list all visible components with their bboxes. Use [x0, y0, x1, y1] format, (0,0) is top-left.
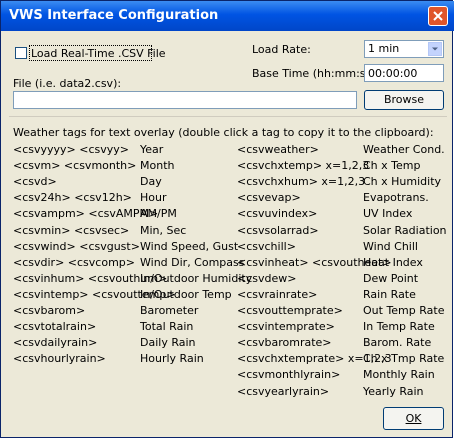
weather-tag-description: Total Rain: [140, 320, 194, 334]
weather-tag-description: Barometer: [140, 304, 199, 317]
weather-tag[interactable]: <csvdailyrain>: [13, 336, 97, 349]
weather-tag-description: Out Temp Rate: [363, 304, 445, 317]
weather-tag[interactable]: <csvhourlyrain>: [13, 352, 106, 365]
weather-tag[interactable]: <csvchxhum> x=1,2,3: [237, 175, 365, 188]
load-realtime-checkbox[interactable]: [15, 47, 27, 59]
weather-tag[interactable]: <csvbarom>: [13, 304, 85, 317]
weather-tag-description: In/Outdoor Temp: [140, 287, 232, 301]
load-rate-select[interactable]: 1 min: [364, 40, 444, 58]
weather-tag-description: Day: [140, 175, 162, 189]
weather-tag-description: Wind Dir, Compass: [140, 255, 245, 269]
weather-tag-description: Wind Speed, Gust: [140, 239, 239, 253]
weather-tag[interactable]: <csvyyyy> <csvyy>: [13, 143, 129, 156]
weather-tag[interactable]: <csvmonthlyrain>: [237, 368, 340, 381]
weather-tag[interactable]: <csvouttemprate>: [237, 304, 343, 317]
weather-tag[interactable]: <csvyearlyrain>: [237, 385, 329, 398]
weather-tag[interactable]: <csvchill>: [237, 240, 296, 253]
title-bar[interactable]: VWS Interface Configuration: [1, 1, 454, 31]
weather-tag-description: Daily Rain: [140, 336, 196, 350]
weather-tag[interactable]: <csvuvindex>: [237, 207, 317, 220]
dropdown-arrow[interactable]: [428, 42, 442, 56]
weather-tag[interactable]: <csvdew>: [237, 272, 296, 285]
weather-tag-description: In/Outdoor Humidity: [140, 271, 253, 285]
separator: [9, 116, 447, 117]
weather-tag-description: Ch x Temp: [363, 159, 421, 173]
weather-tag-description: Solar Radiation: [363, 223, 447, 237]
weather-tag-description: In Temp Rate: [363, 320, 435, 334]
weather-tag[interactable]: <csvwind> <csvgust>: [13, 240, 140, 253]
weather-tag[interactable]: <csvintemprate>: [237, 320, 335, 333]
weather-tag-description: AM/PM: [140, 207, 177, 221]
weather-tag-description: UV Index: [363, 207, 413, 221]
weather-tag-description: Weather Cond.: [363, 143, 445, 156]
weather-tag[interactable]: <csvsolarrad>: [237, 224, 319, 237]
instructions-text: Weather tags for text overlay (double cl…: [13, 126, 434, 139]
dialog-window: VWS Interface Configuration Load Real-Ti…: [0, 0, 454, 438]
load-realtime-label[interactable]: Load Real-Time .CSV File: [31, 47, 166, 60]
weather-tag-description: Wind Chill: [363, 239, 418, 253]
weather-tag-description: Year: [140, 143, 164, 156]
load-rate-value: 1 min: [368, 42, 400, 55]
ok-button[interactable]: OK: [383, 407, 444, 430]
weather-tag-description: Evapotrans.: [363, 191, 429, 205]
close-button[interactable]: [428, 6, 448, 26]
weather-tag[interactable]: <csvevap>: [237, 191, 301, 204]
weather-tag-description: Hourly Rain: [140, 352, 204, 366]
weather-tag-description: Yearly Rain: [363, 384, 424, 398]
weather-tag[interactable]: <csvbaromrate>: [237, 336, 332, 349]
file-label: File (i.e. data2.csv):: [13, 77, 122, 90]
base-time-label: Base Time (hh:mm:ss):: [252, 67, 380, 80]
weather-tag[interactable]: <csv24h> <csv12h>: [13, 191, 132, 204]
weather-tag[interactable]: <csvd>: [13, 175, 57, 188]
close-icon: [433, 11, 443, 21]
weather-tag[interactable]: <csvchxtemp> x=1,2,3: [237, 159, 369, 172]
weather-tag-description: Min, Sec: [140, 223, 187, 237]
weather-tag-description: Dew Point: [363, 271, 419, 285]
weather-tag-description: Ch x Tmp Rate: [363, 352, 445, 366]
weather-tag[interactable]: <csvrainrate>: [237, 288, 317, 301]
weather-tag-description: Monthly Rain: [363, 368, 435, 382]
weather-tag[interactable]: <csvweather>: [237, 143, 319, 156]
weather-tag-description: Month: [140, 159, 175, 173]
file-input[interactable]: [13, 91, 357, 109]
weather-tag[interactable]: <csvampm> <csvAMPM>: [13, 207, 158, 220]
weather-tag[interactable]: <csvtotalrain>: [13, 320, 96, 333]
weather-tag-description: Hour: [140, 191, 167, 205]
load-rate-label: Load Rate:: [252, 43, 311, 56]
chevron-down-icon: [432, 47, 438, 51]
weather-tag-description: Barom. Rate: [363, 336, 432, 350]
browse-button[interactable]: Browse: [364, 90, 444, 110]
weather-tag-description: Ch x Humidity: [363, 175, 442, 189]
weather-tag[interactable]: <csvmin> <csvsec>: [13, 224, 129, 237]
base-time-input[interactable]: 00:00:00: [364, 64, 444, 82]
weather-tag-description: Heat Index: [363, 255, 423, 269]
weather-tag[interactable]: <csvdir> <csvcomp>: [13, 256, 135, 269]
ok-label: OK: [405, 412, 422, 425]
weather-tag[interactable]: <csvm> <csvmonth>: [13, 159, 136, 172]
window-title: VWS Interface Configuration: [9, 8, 219, 23]
weather-tag-description: Rain Rate: [363, 287, 416, 301]
